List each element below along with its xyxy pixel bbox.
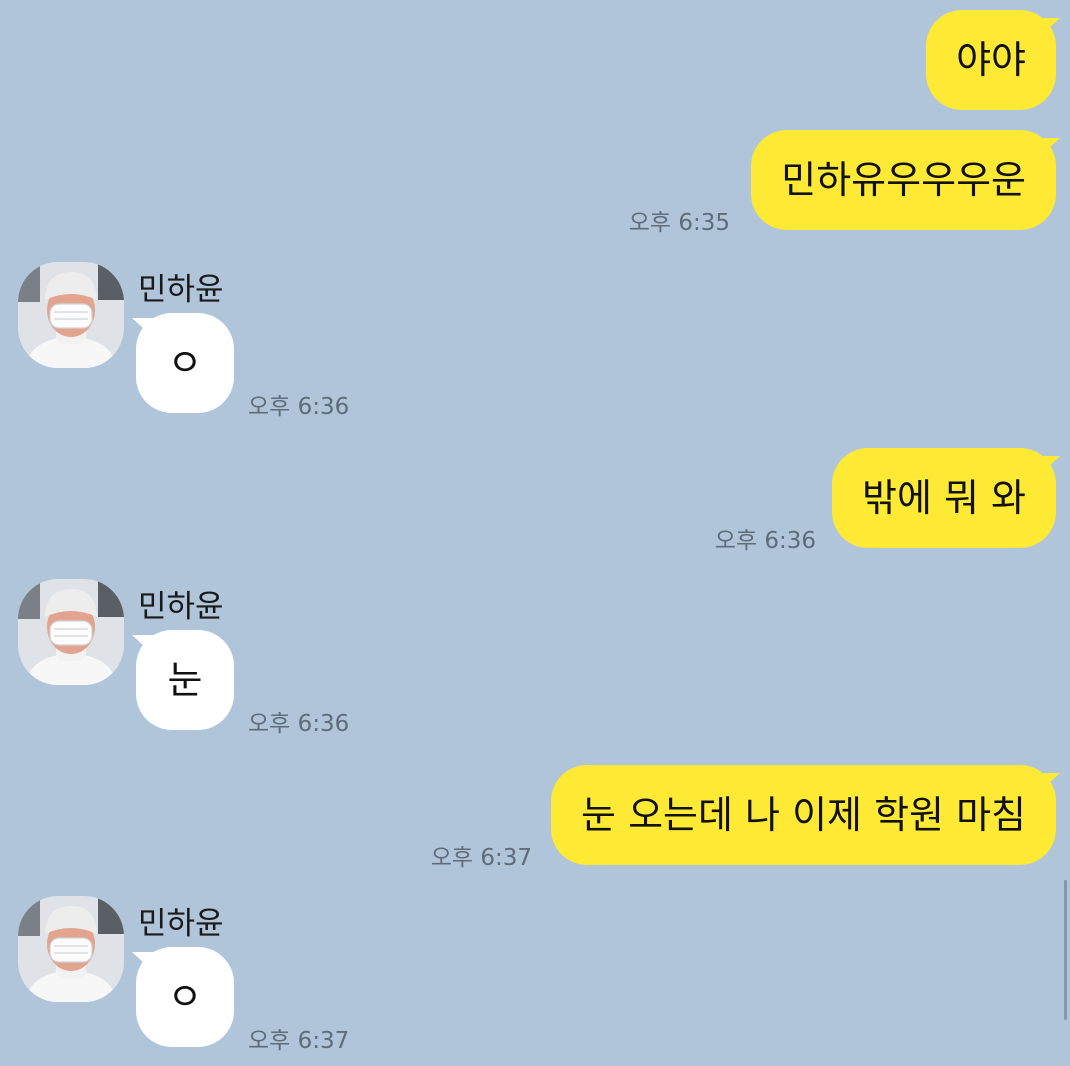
scrollbar-thumb[interactable]: [1064, 880, 1067, 1020]
avatar-photo-icon: [18, 579, 124, 685]
message-text: ㅇ: [167, 341, 203, 385]
incoming-message-bubble[interactable]: 눈: [136, 630, 234, 730]
message-text: 민하유우우우운: [781, 158, 1026, 202]
outgoing-message-bubble[interactable]: 야야: [926, 10, 1056, 110]
contact-avatar[interactable]: [18, 896, 124, 1002]
avatar-photo-icon: [18, 262, 124, 368]
outgoing-message-bubble[interactable]: 눈 오는데 나 이제 학원 마침: [551, 765, 1056, 865]
contact-avatar[interactable]: [18, 262, 124, 368]
message-timestamp: 오후 6:35: [628, 210, 730, 236]
contact-avatar[interactable]: [18, 579, 124, 685]
message-text: 눈 오는데 나 이제 학원 마침: [581, 793, 1026, 837]
avatar-photo-icon: [18, 896, 124, 1002]
outgoing-message-bubble[interactable]: 민하유우우우운: [751, 130, 1056, 230]
message-timestamp: 오후 6:36: [248, 394, 350, 420]
sender-name: 민하윤: [138, 272, 224, 308]
chat-area[interactable]: 야야 민하유우우우운 오후 6:35 민하윤 ㅇ 오후 6:36 밖에 뭐 와 …: [0, 0, 1070, 1066]
incoming-message-bubble[interactable]: ㅇ: [136, 947, 234, 1047]
message-text: 야야: [956, 38, 1026, 82]
message-text: 눈: [167, 658, 203, 702]
incoming-message-bubble[interactable]: ㅇ: [136, 313, 234, 413]
message-timestamp: 오후 6:36: [248, 711, 350, 737]
message-timestamp: 오후 6:36: [714, 528, 816, 554]
sender-name: 민하윤: [138, 906, 224, 942]
message-text: 밖에 뭐 와: [862, 476, 1026, 520]
message-timestamp: 오후 6:37: [430, 845, 532, 871]
message-timestamp: 오후 6:37: [248, 1028, 350, 1054]
sender-name: 민하윤: [138, 589, 224, 625]
outgoing-message-bubble[interactable]: 밖에 뭐 와: [832, 448, 1056, 548]
message-text: ㅇ: [167, 975, 203, 1019]
